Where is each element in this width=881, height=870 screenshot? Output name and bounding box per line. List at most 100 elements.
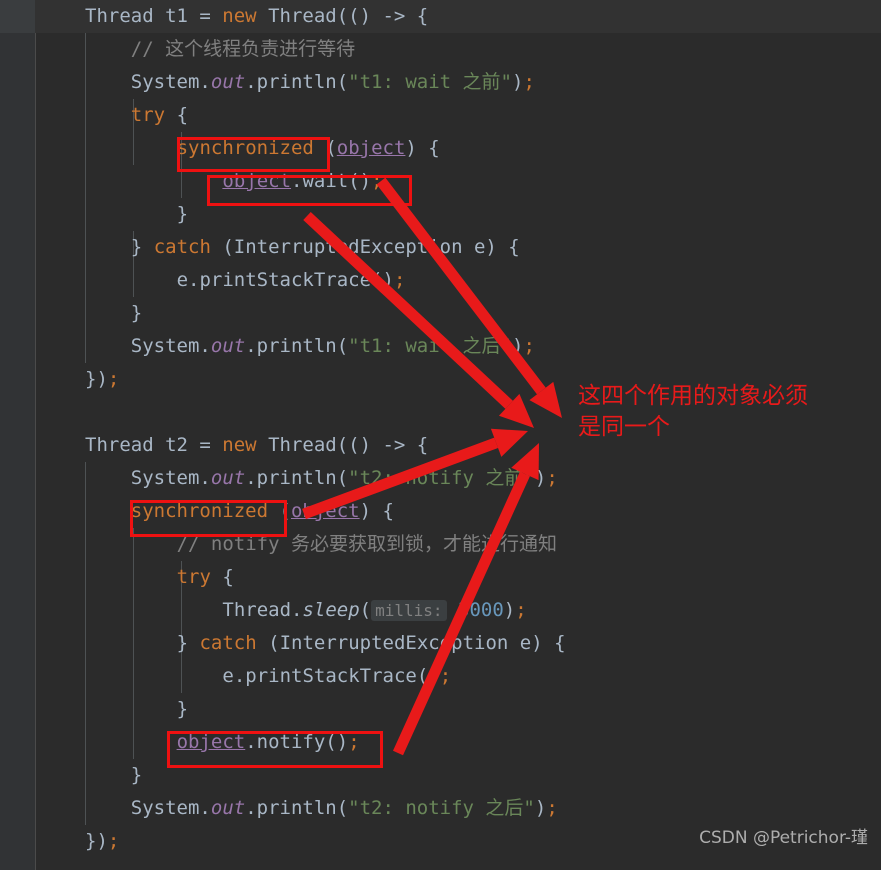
code-token-plain: { xyxy=(210,566,234,588)
code-token-plain: } xyxy=(176,632,200,654)
code-token-plain: } xyxy=(176,698,189,720)
code-line[interactable]: try { xyxy=(0,561,234,594)
code-editor-screenshot: Thread t1 = new Thread(() -> { // 这个线程负责进… xyxy=(0,0,881,870)
annotation-note: 这四个作用的对象必须 是同一个 xyxy=(578,381,808,443)
code-line[interactable]: Thread t2 = new Thread(() -> { xyxy=(0,429,428,462)
code-token-cmt: // 这个线程负责进行等待 xyxy=(130,38,356,60)
code-token-plain: System. xyxy=(130,335,211,357)
code-line[interactable]: object.notify(); xyxy=(0,726,360,759)
code-token-plain: ) xyxy=(534,797,547,819)
code-line[interactable]: // notify 务必要获取到锁，才能进行通知 xyxy=(0,528,557,561)
code-token-plain: .println( xyxy=(245,467,349,489)
code-token-semi: ; xyxy=(439,665,452,687)
code-token-plain: System. xyxy=(130,467,211,489)
code-line[interactable]: synchronized (object) { xyxy=(0,132,440,165)
code-token-mth: sleep xyxy=(302,599,360,621)
code-token-plain: ) xyxy=(503,599,516,621)
code-token-plain: System. xyxy=(130,797,211,819)
code-line[interactable]: System.out.println("t2: notify 之后"); xyxy=(0,792,558,825)
code-token-plain: (InterruptedException e) { xyxy=(210,236,520,258)
code-token-plain: (InterruptedException e) { xyxy=(256,632,566,654)
code-line[interactable]: e.printStackTrace(); xyxy=(0,660,451,693)
code-token-plain: t2 xyxy=(165,434,200,456)
code-line[interactable]: } xyxy=(0,693,188,726)
code-line[interactable]: // 这个线程负责进行等待 xyxy=(0,33,355,66)
code-token-fldu: object xyxy=(290,500,360,522)
code-token-plain: System. xyxy=(130,71,211,93)
code-token-kw: new xyxy=(222,434,257,456)
code-line[interactable]: }); xyxy=(0,363,119,396)
code-token-semi: ; xyxy=(393,269,406,291)
code-line[interactable]: System.out.println("t2: notify 之前"); xyxy=(0,462,558,495)
code-token-plain: = xyxy=(199,434,223,456)
code-token-semi: ; xyxy=(348,731,360,753)
code-token-plain: Thread xyxy=(85,434,166,456)
code-token-fld: out xyxy=(210,467,246,489)
code-line[interactable]: Thread.sleep(millis: 3000); xyxy=(0,594,527,627)
code-token-semi: ; xyxy=(523,335,535,357)
code-line[interactable]: Thread t1 = new Thread(() -> { xyxy=(0,0,428,33)
code-token-num: 3000 xyxy=(458,599,504,621)
code-token-semi: ; xyxy=(515,599,527,621)
code-token-plain: Thread(() -> { xyxy=(256,5,429,27)
code-token-str: "t2: notify 之前" xyxy=(348,467,535,489)
code-line[interactable]: } catch (InterruptedException e) { xyxy=(0,627,566,660)
code-token-fldu: object xyxy=(222,170,292,192)
code-token-plain: ) xyxy=(512,335,524,357)
code-token-kw: new xyxy=(222,5,257,27)
code-token-semi: ; xyxy=(371,170,383,192)
code-token-plain: ( xyxy=(359,599,372,621)
code-token-plain: ) { xyxy=(359,500,394,522)
watermark-label: CSDN @Petrichor-瑾 xyxy=(699,828,868,848)
code-line[interactable]: e.printStackTrace(); xyxy=(0,264,406,297)
annotation-note-line: 是同一个 xyxy=(578,414,670,440)
annotation-note-line: 这四个作用的对象必须 xyxy=(578,383,808,409)
code-token-plain: .wait() xyxy=(291,170,372,192)
code-token-plain: Thread xyxy=(85,5,166,27)
code-token-semi: ; xyxy=(107,368,120,390)
code-token-kw: catch xyxy=(199,632,257,654)
code-token-plain: Thread(() -> { xyxy=(256,434,429,456)
code-token-plain: .notify() xyxy=(245,731,349,753)
code-token-plain: { xyxy=(165,104,189,126)
code-token-plain: e.printStackTrace() xyxy=(176,269,394,291)
code-token-fld: out xyxy=(210,335,246,357)
code-token-plain: Thread. xyxy=(222,599,303,621)
code-token-plain: }) xyxy=(85,368,108,390)
code-token-str: "t1: wait 之后" xyxy=(348,335,512,357)
code-token-plain: .println( xyxy=(245,71,349,93)
code-line[interactable]: try { xyxy=(0,99,188,132)
code-token-plain: } xyxy=(130,236,154,258)
code-token-plain: ) { xyxy=(405,137,440,159)
code-token-fldu: object xyxy=(336,137,406,159)
code-token-hint: millis: xyxy=(371,600,447,621)
code-token-semi: ; xyxy=(107,830,120,852)
code-token-plain: .println( xyxy=(245,797,349,819)
code-token-plain: = xyxy=(199,5,223,27)
code-line[interactable]: } xyxy=(0,297,142,330)
code-token-plain: ) xyxy=(512,71,524,93)
code-line[interactable]: } xyxy=(0,198,188,231)
code-token-plain: } xyxy=(130,764,143,786)
code-token-plain: e.printStackTrace() xyxy=(222,665,440,687)
code-token-plain: }) xyxy=(85,830,108,852)
code-token-kw: try xyxy=(130,104,166,126)
code-line[interactable]: } xyxy=(0,759,142,792)
code-token-kw: catch xyxy=(153,236,211,258)
code-token-semi: ; xyxy=(546,467,558,489)
code-line[interactable]: synchronized (object) { xyxy=(0,495,394,528)
code-line[interactable]: System.out.println("t1: wait 之后"); xyxy=(0,330,535,363)
code-token-plain: ) xyxy=(534,467,547,489)
code-token-fld: out xyxy=(210,797,246,819)
code-token-plain: } xyxy=(176,203,189,225)
code-token-plain: ( xyxy=(313,137,337,159)
code-line[interactable]: } catch (InterruptedException e) { xyxy=(0,231,520,264)
code-token-fld: out xyxy=(210,71,246,93)
code-token-semi: ; xyxy=(546,797,558,819)
code-token-plain: t1 xyxy=(165,5,200,27)
code-line[interactable]: System.out.println("t1: wait 之前"); xyxy=(0,66,535,99)
code-line[interactable]: object.wait(); xyxy=(0,165,383,198)
code-token-semi: ; xyxy=(523,71,535,93)
code-line[interactable]: }); xyxy=(0,825,119,858)
